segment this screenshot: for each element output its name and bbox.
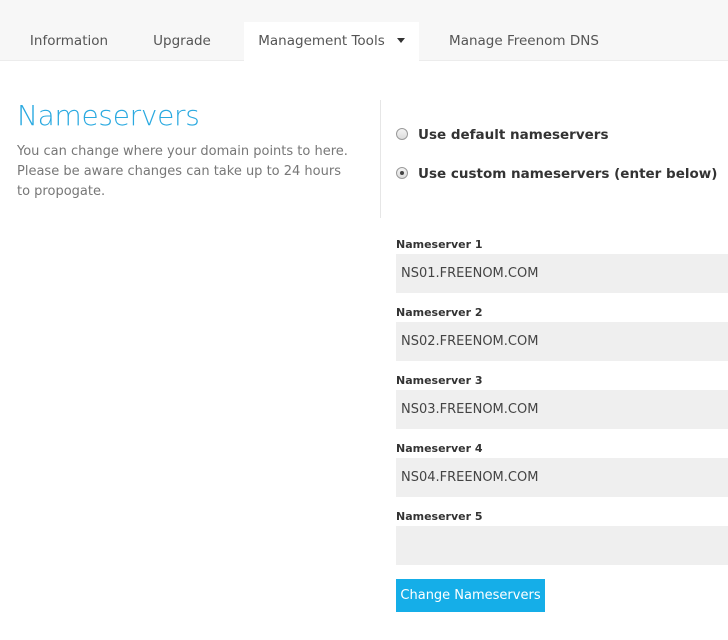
radio-custom-label: Use custom nameservers (enter below) [418,166,718,182]
nameserver-4-label: Nameserver 4 [396,442,483,455]
page-title: Nameservers [17,99,200,132]
change-nameservers-button[interactable]: Change Nameservers [396,579,545,612]
radio-default-nameservers[interactable]: Use default nameservers [396,127,609,143]
nameserver-5-input[interactable] [396,526,728,565]
tab-upgrade[interactable]: Upgrade [136,22,228,60]
nameserver-2-label: Nameserver 2 [396,306,483,319]
tab-information-label: Information [29,33,109,49]
radio-custom-nameservers[interactable]: Use custom nameservers (enter below) [396,166,717,182]
tab-management-tools[interactable]: Management Tools [244,22,419,61]
caret-down-icon [396,37,405,43]
radio-custom-icon[interactable] [396,167,408,179]
nameserver-1-label: Nameserver 1 [396,238,483,251]
nameserver-1-input[interactable] [396,254,728,293]
page-description: You can change where your domain points … [17,144,348,199]
nameserver-3-input[interactable] [396,390,728,429]
column-divider [380,100,381,218]
nameserver-2-input[interactable] [396,322,728,361]
radio-default-icon[interactable] [396,128,408,140]
tab-upgrade-label: Upgrade [153,33,211,49]
nameserver-4-input[interactable] [396,458,728,497]
tab-manage-freenom-dns-label: Manage Freenom DNS [449,33,599,49]
tab-bar: Information Upgrade Management Tools Man… [0,0,728,61]
intro-section: Nameservers You can change where your do… [17,98,367,202]
nameserver-3-label: Nameserver 3 [396,374,483,387]
tab-information[interactable]: Information [16,22,122,60]
radio-default-label: Use default nameservers [418,127,609,143]
tab-manage-freenom-dns[interactable]: Manage Freenom DNS [438,22,610,60]
nameserver-5-label: Nameserver 5 [396,510,483,523]
tab-management-tools-label: Management Tools [258,33,385,49]
